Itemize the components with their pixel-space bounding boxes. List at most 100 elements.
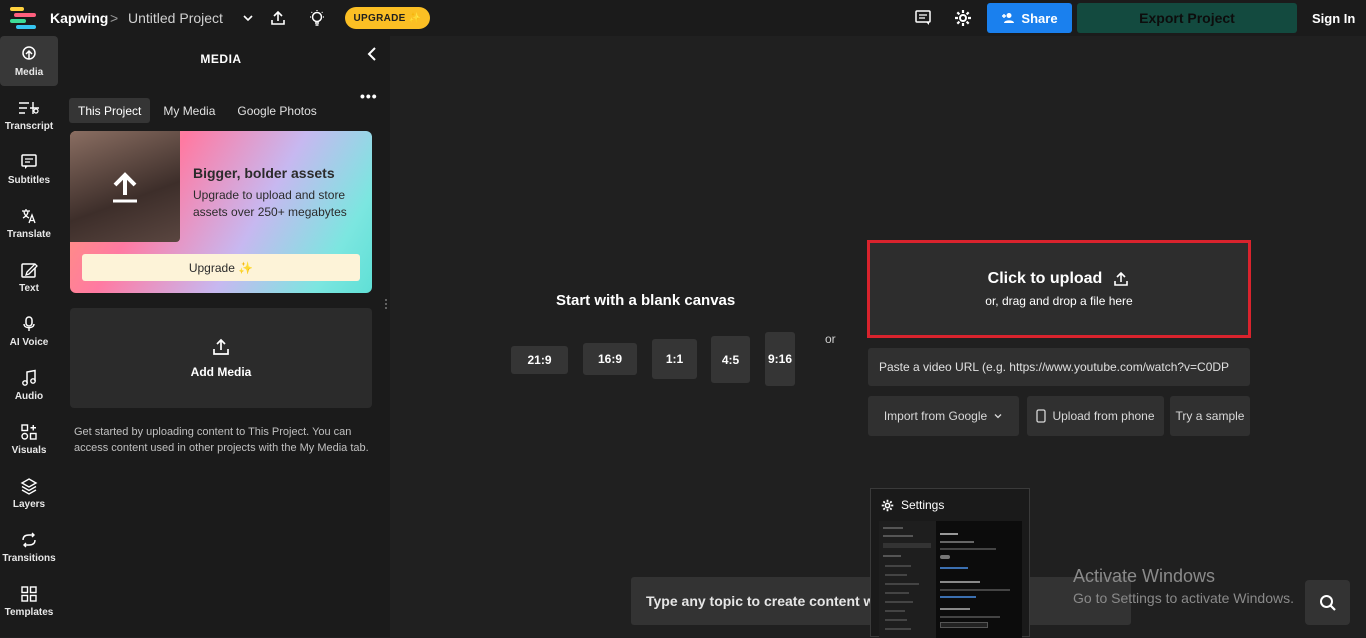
- rail-item-transitions[interactable]: Transitions: [0, 522, 58, 572]
- upload-from-phone-button[interactable]: Upload from phone: [1027, 396, 1164, 436]
- click-to-upload-dropzone[interactable]: Click to upload or, drag and drop a file…: [867, 240, 1251, 338]
- microphone-icon: [23, 315, 35, 331]
- search-icon: [1319, 594, 1336, 611]
- or-separator: or: [825, 332, 836, 346]
- gear-icon: [881, 499, 894, 511]
- rail-label: Media: [14, 66, 44, 78]
- rail-item-visuals[interactable]: Visuals: [0, 414, 58, 464]
- export-project-button[interactable]: Export Project: [1077, 3, 1297, 33]
- lightbulb-icon[interactable]: [307, 8, 327, 28]
- transitions-icon: [22, 532, 36, 547]
- rail-item-subtitles[interactable]: Subtitles: [0, 144, 58, 194]
- more-options-icon[interactable]: •••: [360, 88, 378, 104]
- tab-this-project[interactable]: This Project: [69, 98, 151, 123]
- rail-item-layers[interactable]: Layers: [0, 468, 58, 518]
- phone-icon: [1036, 409, 1047, 423]
- upgrade-button[interactable]: UPGRADE ✨: [345, 7, 430, 29]
- translate-icon: [22, 208, 36, 223]
- rail-label: Transcript: [4, 120, 54, 132]
- share-button-label: Share: [1021, 10, 1058, 26]
- blank-canvas-title: Start with a blank canvas: [556, 292, 736, 309]
- ratio-21-9-button[interactable]: 21:9: [511, 346, 568, 374]
- rail-label: Subtitles: [7, 174, 51, 186]
- add-media-button[interactable]: Add Media: [70, 308, 372, 408]
- rail-item-templates[interactable]: Templates: [0, 576, 58, 626]
- gear-icon[interactable]: [953, 8, 973, 28]
- settings-preview-title: Settings: [881, 498, 944, 512]
- upload-icon[interactable]: [268, 8, 288, 28]
- rail-label: Transitions: [2, 552, 56, 564]
- settings-preview-label: Settings: [901, 498, 945, 512]
- rail-label: AI Voice: [9, 336, 49, 348]
- chevron-down-icon[interactable]: [238, 8, 258, 28]
- tab-my-media[interactable]: My Media: [154, 98, 224, 123]
- upload-heading-text: Click to upload: [987, 270, 1103, 287]
- subtitles-icon: [21, 153, 37, 169]
- upload-heading: Click to upload: [988, 270, 1131, 288]
- panel-title: MEDIA: [200, 52, 242, 66]
- settings-window-preview[interactable]: Settings: [870, 488, 1030, 638]
- brand-name[interactable]: Kapwing: [50, 10, 108, 26]
- upload-cloud-icon: [22, 45, 36, 60]
- rail-label: Layers: [12, 498, 46, 510]
- rail-item-ai-voice[interactable]: AI Voice: [0, 306, 58, 356]
- upload-phone-label: Upload from phone: [1052, 409, 1155, 423]
- project-title[interactable]: Untitled Project: [128, 10, 223, 26]
- search-button[interactable]: [1305, 580, 1350, 625]
- upload-icon: [1114, 271, 1129, 286]
- upgrade-promo-card: Bigger, bolder assets Upgrade to upload …: [70, 131, 372, 293]
- rail-label: Visuals: [11, 444, 47, 456]
- promo-photo: [70, 131, 180, 242]
- ratio-4-5-button[interactable]: 4:5: [711, 336, 750, 383]
- ratio-9-16-button[interactable]: 9:16: [765, 332, 795, 386]
- music-note-icon: [22, 369, 36, 386]
- activate-windows-subtitle: Go to Settings to activate Windows.: [1073, 590, 1294, 606]
- left-rail: Media Transcript Subtitles Translate Tex…: [0, 36, 58, 637]
- rail-item-media[interactable]: Media: [0, 36, 58, 86]
- ratio-1-1-button[interactable]: 1:1: [652, 339, 697, 379]
- collapse-chevron-icon[interactable]: [364, 46, 380, 62]
- text-edit-icon: [21, 262, 38, 278]
- video-url-input[interactable]: [868, 348, 1250, 386]
- promo-heading: Bigger, bolder assets: [193, 165, 335, 181]
- media-tabs: This Project My Media Google Photos: [69, 98, 326, 123]
- comments-icon[interactable]: [913, 8, 933, 28]
- upload-arrow-icon: [113, 171, 137, 202]
- sign-in-link[interactable]: Sign In: [1312, 11, 1355, 26]
- promo-body: Upgrade to upload and store assets over …: [193, 188, 347, 219]
- settings-preview-image: [879, 521, 1022, 638]
- add-person-icon: [1002, 13, 1015, 23]
- templates-grid-icon: [21, 585, 37, 602]
- tab-google-photos[interactable]: Google Photos: [228, 98, 325, 123]
- top-bar: Kapwing > Untitled Project UPGRADE ✨ Sha…: [0, 0, 1366, 36]
- try-a-sample-button[interactable]: Try a sample: [1170, 396, 1250, 436]
- rail-item-audio[interactable]: Audio: [0, 360, 58, 410]
- rail-label: Translate: [7, 228, 51, 240]
- import-from-google-button[interactable]: Import from Google: [868, 396, 1019, 436]
- rail-label: Audio: [14, 390, 44, 402]
- add-media-label: Add Media: [190, 365, 252, 379]
- layers-icon: [20, 477, 38, 495]
- rail-label: Text: [19, 282, 39, 294]
- panel-resize-handle[interactable]: [384, 298, 388, 310]
- chevron-down-icon: [994, 414, 1002, 419]
- activate-windows-title: Activate Windows: [1073, 566, 1216, 586]
- rail-label: Templates: [4, 606, 54, 618]
- visuals-grid-icon: [21, 423, 37, 440]
- share-button[interactable]: Share: [987, 3, 1072, 33]
- breadcrumb-separator: >: [110, 10, 119, 26]
- rail-item-transcript[interactable]: Transcript: [0, 90, 58, 140]
- upload-icon: [213, 338, 229, 355]
- kapwing-logo-icon[interactable]: [10, 7, 40, 29]
- rail-item-translate[interactable]: Translate: [0, 198, 58, 248]
- upload-subheading: or, drag and drop a file here: [985, 294, 1133, 308]
- help-text: Get started by uploading content to This…: [74, 426, 369, 454]
- import-google-label: Import from Google: [883, 409, 988, 423]
- media-panel: MEDIA This Project My Media Google Photo…: [58, 36, 390, 637]
- rail-item-text[interactable]: Text: [0, 252, 58, 302]
- promo-upgrade-button[interactable]: Upgrade ✨: [82, 254, 360, 281]
- transcript-icon: [19, 101, 39, 114]
- preview-sidebar: [879, 521, 936, 638]
- preview-content: [936, 521, 1022, 638]
- ratio-16-9-button[interactable]: 16:9: [583, 343, 637, 375]
